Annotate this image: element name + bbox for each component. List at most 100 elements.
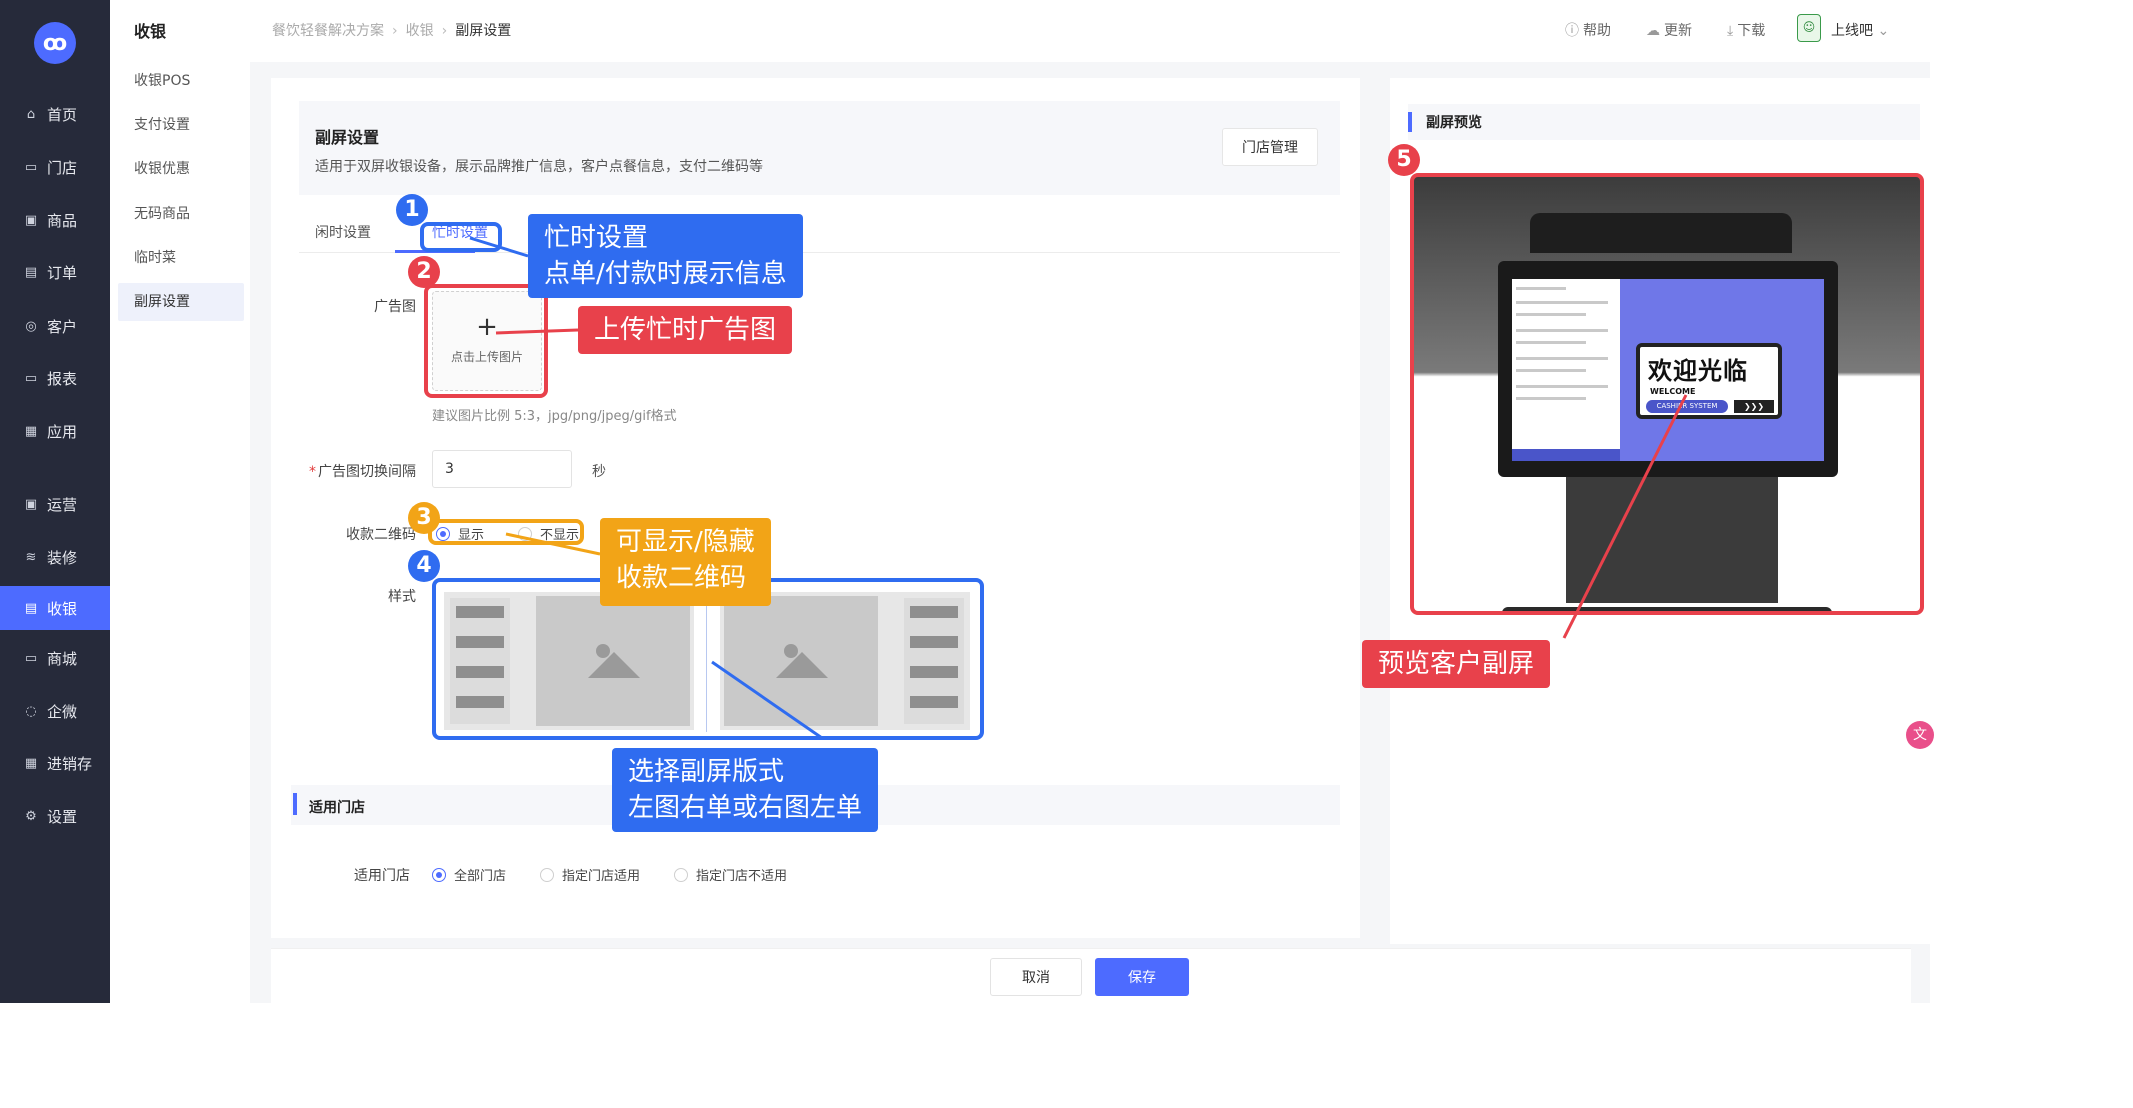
qr-code-label: 收款二维码 [346,527,416,543]
sidebar-item-label: 设置 [47,807,78,826]
sidebar-item-customers[interactable]: ◎ 客户 [0,306,110,346]
sidebar-item-orders[interactable]: ▤ 订单 [0,252,110,292]
sidebar-item-store[interactable]: ▭ 门店 [0,147,110,187]
sub-sidebar-title: 收银 [134,22,167,41]
update-button[interactable]: ☁ 更新 [1646,20,1692,40]
annotation-text: 上传忙时广告图 [594,315,777,345]
radio-excluded-stores[interactable]: 指定门店不适用 [674,865,787,884]
annotation-highlight-tab [420,222,502,252]
user-menu[interactable]: 上线吧 ⌄ [1831,20,1889,40]
translate-icon[interactable]: 文 [1906,721,1934,749]
annotation-upload-ad: 上传忙时广告图 [578,306,793,354]
sidebar-item-operation[interactable]: ▣ 运营 [0,484,110,524]
download-label: 下载 [1737,23,1766,39]
stores-section-title: 适用门店 [309,800,365,816]
save-button[interactable]: 保存 [1095,958,1189,996]
step-badge-1: 1 [396,194,428,226]
sidebar-item-inventory[interactable]: ▦ 进销存 [0,743,110,783]
sidebar-item-label: 企微 [47,702,78,721]
help-button[interactable]: ⓘ 帮助 [1565,20,1611,40]
annotation-preview-screen: 预览客户副屏 [1362,640,1551,688]
order-total-bar [1512,449,1620,461]
required-mark: * [309,464,316,480]
breadcrumb-item[interactable]: 收银 [406,23,434,39]
sub-item-nocode[interactable]: 无码商品 [118,195,244,233]
layout-divider [706,586,707,732]
style-label: 样式 [388,589,416,605]
device-stand [1566,477,1778,603]
help-icon: ⓘ [1565,23,1579,39]
sidebar-item-decorate[interactable]: ≋ 装修 [0,537,110,577]
radio-specified-stores[interactable]: 指定门店适用 [540,865,640,884]
order-list-block [904,598,964,724]
tab-idle-settings[interactable]: 闲时设置 [315,222,371,242]
annotation-toggle-qr: 可显示/隐藏 收款二维码 [600,518,771,606]
breadcrumb-item[interactable]: 餐饮轻餐解决方案 [272,23,384,39]
store-icon: ▭ [24,159,38,175]
sidebar-item-settings[interactable]: ⚙ 设置 [0,796,110,836]
sidebar-item-mall[interactable]: ▭ 商城 [0,638,110,678]
layout-option-right-order[interactable] [720,592,970,730]
report-icon: ▭ [24,370,38,386]
order-line [1516,313,1586,316]
sidebar-item-apps[interactable]: ▦ 应用 [0,411,110,451]
customer-screen: 欢迎光临 WELCOME CASHIER SYSTEM ❯❯❯ [1498,261,1838,477]
preview-header [1408,104,1920,140]
device-base [1502,607,1832,611]
cloud-icon: ☁ [1646,23,1660,39]
order-line [456,696,504,708]
radio-dot-icon [540,867,554,882]
order-line [456,666,504,678]
annotation-text: 左图右单或右图左单 [628,793,863,823]
welcome-title: 欢迎光临 [1648,357,1748,385]
sidebar-item-reports[interactable]: ▭ 报表 [0,358,110,398]
sidebar-item-label: 首页 [47,105,78,124]
sidebar-item-label: 报表 [47,369,78,388]
app-window: ꝏ ⌂ 首页 ▭ 门店 ▣ 商品 ▤ 订单 ◎ 客户 ▭ 报表 ▦ 应用 ▣ 运营 ≋ 装修 ▤ 收… [0,0,2133,1108]
user-name: 上线吧 [1831,23,1873,39]
breadcrumb-separator-icon: › [441,23,448,39]
sub-item-discount[interactable]: 收银优惠 [118,150,244,188]
sub-item-temp-dish[interactable]: 临时菜 [118,239,244,277]
step-badge-2: 2 [408,256,440,288]
cancel-button[interactable]: 取消 [990,958,1082,996]
sidebar-item-label: 商品 [47,211,78,230]
brand-logo-icon[interactable]: ꝏ [34,22,76,64]
sidebar-item-wecom[interactable]: ◌ 企微 [0,691,110,731]
sub-item-payment[interactable]: 支付设置 [118,106,244,144]
download-button[interactable]: ⤓ 下载 [1727,20,1765,40]
sidebar-item-products[interactable]: ▣ 商品 [0,200,110,240]
mall-icon: ▭ [24,650,38,666]
radio-label: 指定门店适用 [562,869,641,884]
order-line [1516,287,1566,290]
order-line [1516,357,1608,360]
sub-item-pos[interactable]: 收银POS [118,62,244,100]
annotation-busy-settings: 忙时设置 点单/付款时展示信息 [528,214,803,298]
sidebar-item-label: 门店 [47,158,78,177]
radio-all-stores[interactable]: 全部门店 [432,865,506,884]
order-list-block [450,598,510,724]
annotation-text: 收款二维码 [616,563,747,593]
user-icon: ◎ [25,318,37,334]
sidebar-item-label: 订单 [47,263,78,282]
sidebar-item-label: 应用 [47,422,78,441]
page-header-card [299,101,1340,195]
welcome-subtitle: WELCOME [1650,387,1696,396]
interval-input[interactable] [432,450,572,488]
page-title: 副屏设置 [315,128,380,147]
mountain-shape [776,652,828,678]
sidebar-item-home[interactable]: ⌂ 首页 [0,94,110,134]
welcome-banner: 欢迎光临 WELCOME CASHIER SYSTEM ❯❯❯ [1636,343,1782,419]
store-management-button[interactable]: 门店管理 [1222,128,1318,166]
ad-image-label: 广告图 [374,299,416,315]
help-label: 帮助 [1583,23,1611,39]
order-line [910,606,958,618]
image-placeholder-icon [536,596,690,726]
avatar[interactable]: ☺ [1797,14,1821,42]
sidebar-item-cashier[interactable]: ▤ 收银 [0,586,110,630]
order-line [1516,397,1586,400]
sub-item-second-screen[interactable]: 副屏设置 [118,283,244,321]
annotation-highlight-upload [424,284,548,398]
order-line [1516,301,1608,304]
layout-option-left-order[interactable] [444,592,694,730]
